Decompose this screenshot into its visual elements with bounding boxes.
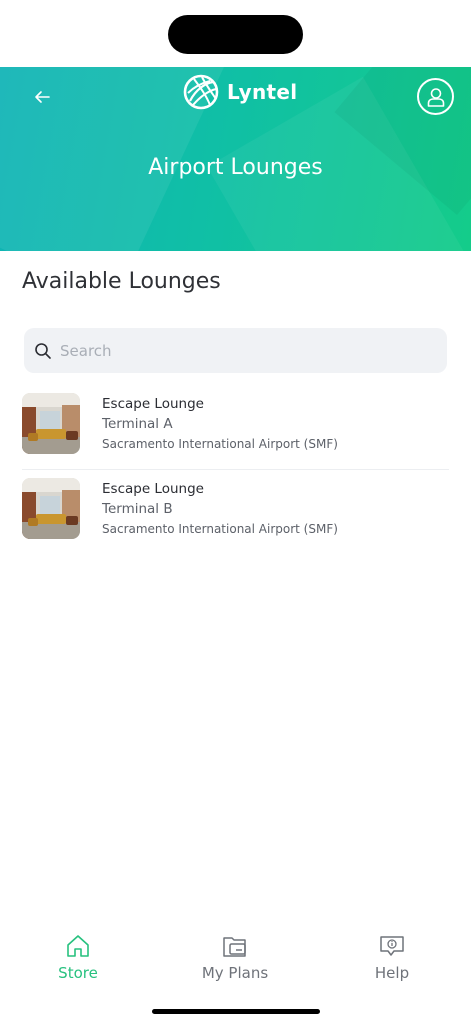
brand-name: Lyntel [227,80,298,104]
tab-bar: Store My Plans Help [0,920,471,1000]
lounge-terminal: Terminal A [102,416,173,432]
lounge-terminal: Terminal B [102,501,173,517]
lounge-airport: Sacramento International Airport (SMF) [102,522,338,536]
tab-help[interactable]: Help [332,932,452,982]
lounge-list-item[interactable]: Escape Lounge Terminal B Sacramento Inte… [0,470,471,555]
search-input[interactable] [60,341,420,360]
lounge-photo-image [22,478,80,539]
user-icon [427,87,444,107]
dynamic-island [168,15,303,54]
status-bar [0,0,471,67]
lounge-photo-image [22,393,80,454]
arrow-left-icon[interactable] [28,86,56,114]
profile-button[interactable] [417,78,454,115]
tab-help-label: Help [374,964,410,982]
globe-icon [183,74,219,110]
search-bar[interactable] [24,328,447,373]
arrow-left-icon [35,91,50,103]
home-icon [67,935,89,957]
header-banner: Lyntel Airport Lounges [0,67,471,251]
lounge-airport: Sacramento International Airport (SMF) [102,437,338,451]
lounge-name: Escape Lounge [102,481,204,497]
folder-card-icon [223,937,246,957]
tab-store-label: Store [58,964,98,982]
tab-my-plans-label: My Plans [201,964,269,982]
brand-logo: Lyntel [182,72,297,112]
tab-store[interactable]: Store [18,932,138,982]
lounge-name: Escape Lounge [102,396,204,412]
lounge-list-item[interactable]: Escape Lounge Terminal A Sacramento Inte… [0,385,471,470]
tab-my-plans[interactable]: My Plans [175,932,295,982]
lounge-thumbnail [22,393,80,454]
search-icon [35,342,51,359]
lounge-list: Escape Lounge Terminal A Sacramento Inte… [0,385,471,555]
help-chat-icon [380,936,404,956]
section-title: Available Lounges [22,269,221,294]
lounge-thumbnail [22,478,80,539]
page-title: Airport Lounges [148,155,323,180]
home-indicator [152,1009,320,1014]
